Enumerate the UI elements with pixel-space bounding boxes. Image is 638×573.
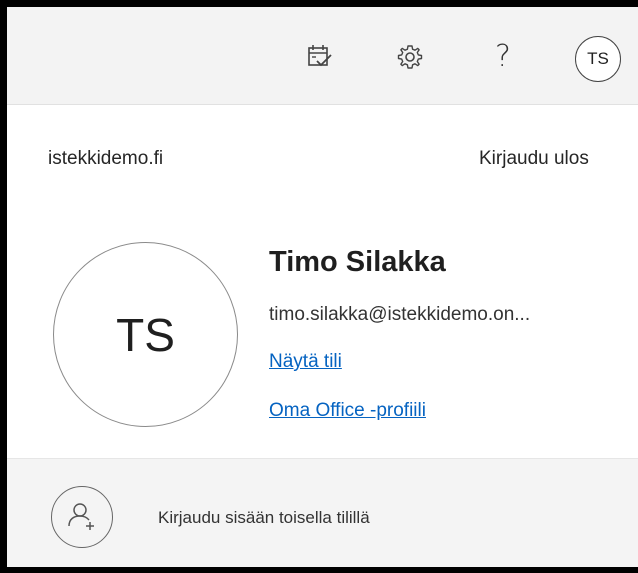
user-name: Timo Silakka bbox=[269, 246, 446, 278]
office-profile-link[interactable]: Oma Office -profiili bbox=[269, 400, 426, 422]
sign-in-other-account-label: Kirjaudu sisään toisella tilillä bbox=[158, 508, 370, 527]
account-manager-window: ? TS istekkidemo.fi Kirjaudu ulos TS Tim… bbox=[7, 7, 638, 567]
add-person-glyph bbox=[68, 503, 94, 530]
add-account-section: Kirjaudu sisään toisella tilillä bbox=[7, 458, 638, 567]
calendar-check-icon bbox=[308, 45, 332, 67]
avatar: TS bbox=[53, 242, 238, 427]
calendar-check-button[interactable] bbox=[297, 35, 341, 79]
account-panel: istekkidemo.fi Kirjaudu ulos TS Timo Sil… bbox=[7, 105, 638, 457]
account-avatar-button[interactable]: TS bbox=[575, 36, 621, 82]
settings-button[interactable] bbox=[388, 35, 432, 79]
help-button[interactable]: ? bbox=[481, 35, 525, 79]
add-person-icon bbox=[51, 486, 113, 548]
top-toolbar: ? TS bbox=[7, 7, 638, 105]
help-icon: ? bbox=[495, 39, 511, 74]
sign-in-other-account-button[interactable]: Kirjaudu sisään toisella tilillä bbox=[7, 459, 638, 567]
gear-icon bbox=[397, 45, 423, 69]
sign-out-link[interactable]: Kirjaudu ulos bbox=[479, 148, 589, 170]
view-account-link[interactable]: Näytä tili bbox=[269, 351, 342, 373]
tenant-name: istekkidemo.fi bbox=[48, 148, 164, 169]
user-email: timo.silakka@istekkidemo.on... bbox=[269, 304, 531, 325]
